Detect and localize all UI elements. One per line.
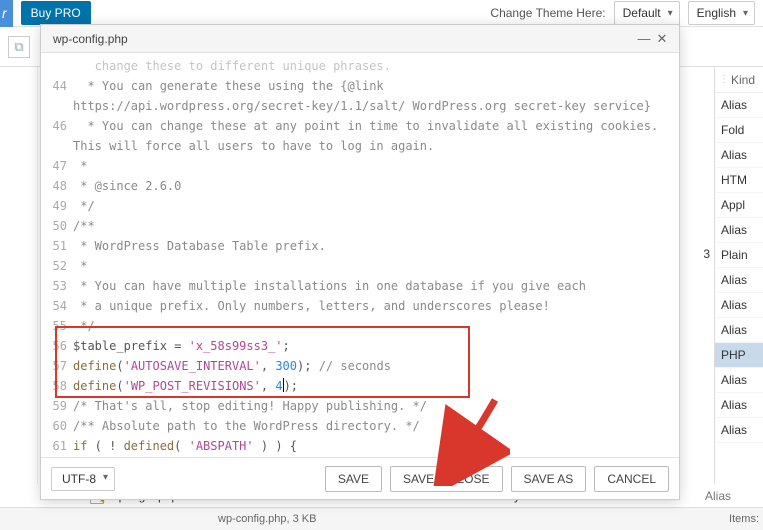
topbar: r Buy PRO Change Theme Here: Default Eng… (0, 0, 763, 27)
status-left: wp-config.php, 3 KB (38, 513, 729, 525)
close-icon[interactable]: ✕ (653, 30, 671, 48)
statusbar: wp-config.php, 3 KB Items: (0, 507, 763, 530)
dialog-titlebar[interactable]: wp-config.php — ✕ (41, 25, 679, 53)
kind-cell[interactable]: Alias (715, 143, 763, 168)
column-header-kind-label: Kind (731, 73, 755, 87)
kind-cell[interactable]: Plain (715, 243, 763, 268)
right-panel: ⋮ Kind AliasFoldAliasHTMApplAliasPlainAl… (714, 67, 763, 484)
drag-handle-icon[interactable]: ⋮ (719, 74, 729, 85)
language-select[interactable]: English (688, 1, 755, 25)
line-number-gutter: 4446474849505152535455565758596061626364 (41, 53, 73, 457)
kind-cell[interactable]: HTM (715, 168, 763, 193)
dialog-footer: UTF-8 SAVE SAVE & CLOSE SAVE AS CANCEL (41, 457, 679, 499)
code-body[interactable]: change these to different unique phrases… (73, 53, 679, 457)
kind-cell[interactable]: Alias (715, 368, 763, 393)
change-theme-label: Change Theme Here: (490, 6, 605, 20)
bg-char: 3 (703, 247, 710, 261)
minimize-icon[interactable]: — (635, 30, 653, 48)
dialog-title-text: wp-config.php (49, 32, 635, 46)
encoding-value: UTF-8 (62, 472, 96, 486)
cancel-button[interactable]: CANCEL (594, 466, 669, 492)
left-gutter (0, 67, 38, 484)
code-editor[interactable]: 4446474849505152535455565758596061626364… (41, 53, 679, 457)
copy-icon[interactable]: ⧉ (8, 36, 30, 58)
kind-cell[interactable]: Fold (715, 118, 763, 143)
save-as-button[interactable]: SAVE AS (511, 466, 587, 492)
kind-cell[interactable]: PHP (715, 343, 763, 368)
editor-dialog: wp-config.php — ✕ 4446474849505152535455… (40, 24, 680, 500)
buy-pro-button[interactable]: Buy PRO (21, 1, 91, 25)
app-badge: r (0, 0, 13, 27)
language-select-value: English (697, 6, 736, 20)
status-right: Items: (729, 513, 763, 525)
save-close-button[interactable]: SAVE & CLOSE (390, 466, 502, 492)
kind-cell[interactable]: Alias (715, 268, 763, 293)
column-header-kind[interactable]: ⋮ Kind (715, 67, 763, 93)
kind-cell[interactable]: Alias (715, 218, 763, 243)
theme-select-value: Default (623, 6, 661, 20)
kind-cell[interactable]: Alias (715, 93, 763, 118)
kind-cell[interactable]: Alias (715, 418, 763, 443)
encoding-select[interactable]: UTF-8 (51, 467, 115, 491)
kind-cell[interactable]: Appl (715, 193, 763, 218)
save-button[interactable]: SAVE (325, 466, 382, 492)
kind-cell[interactable]: Alias (715, 318, 763, 343)
kind-cell[interactable]: Alias (715, 293, 763, 318)
kind-cell[interactable]: Alias (715, 393, 763, 418)
theme-select[interactable]: Default (614, 1, 680, 25)
file-alias: Alias (701, 489, 763, 503)
